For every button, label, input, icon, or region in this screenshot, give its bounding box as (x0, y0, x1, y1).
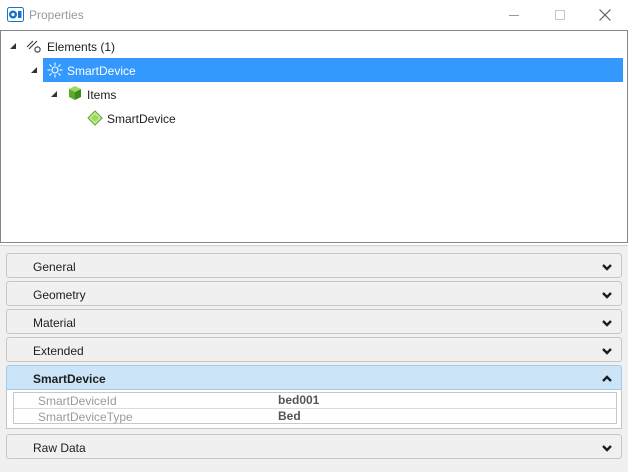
chevron-down-icon (602, 264, 612, 271)
property-table: SmartDeviceId bed001 SmartDeviceType Bed (13, 392, 617, 424)
section-extended-label: Extended (33, 344, 84, 358)
expanded-triangle-icon[interactable] (9, 42, 17, 50)
property-value[interactable]: Bed (278, 409, 301, 423)
section-extended[interactable]: Extended (6, 337, 622, 362)
section-raw-data[interactable]: Raw Data (6, 434, 622, 459)
property-row[interactable]: SmartDeviceType Bed (14, 409, 616, 424)
green-diamond-icon (87, 110, 103, 126)
maximize-icon (555, 10, 565, 20)
property-value[interactable]: bed001 (278, 393, 319, 407)
maximize-button[interactable] (537, 0, 583, 30)
section-geometry-label: Geometry (33, 288, 86, 302)
expanded-triangle-icon[interactable] (50, 90, 58, 98)
close-icon (599, 9, 611, 21)
app-icon (7, 7, 24, 22)
tree-item-items-label[interactable]: Items (87, 88, 116, 102)
minimize-icon (509, 15, 519, 16)
section-general-label: General (33, 260, 76, 274)
elements-node-icon (26, 40, 41, 53)
property-name: SmartDeviceType (38, 410, 133, 424)
tree-item-child-smartdevice-label[interactable]: SmartDevice (107, 112, 176, 126)
tree-root-label[interactable]: Elements (1) (47, 40, 115, 54)
sun-icon (47, 62, 63, 78)
chevron-down-icon (602, 348, 612, 355)
tree-item-smartdevice-label[interactable]: SmartDevice (67, 64, 136, 78)
chevron-up-icon (602, 375, 612, 382)
section-geometry[interactable]: Geometry (6, 281, 622, 306)
green-cube-icon (69, 86, 81, 100)
smartdevice-property-grid: SmartDeviceId bed001 SmartDeviceType Bed (6, 390, 622, 429)
chevron-down-icon (602, 292, 612, 299)
section-smartdevice-label: SmartDevice (33, 372, 106, 386)
element-tree[interactable]: Elements (1) SmartDevice Items SmartDevi… (0, 30, 628, 243)
chevron-down-icon (602, 445, 612, 452)
section-general[interactable]: General (6, 253, 622, 278)
close-button[interactable] (582, 0, 628, 30)
section-material-label: Material (33, 316, 76, 330)
chevron-down-icon (602, 320, 612, 327)
section-smartdevice[interactable]: SmartDevice (6, 365, 622, 390)
property-panel: General Geometry Material Extended Smart… (0, 245, 628, 472)
window-title: Properties (29, 8, 84, 22)
minimize-button[interactable] (491, 0, 537, 30)
property-name: SmartDeviceId (38, 394, 117, 408)
property-row[interactable]: SmartDeviceId bed001 (14, 393, 616, 409)
title-bar: Properties (0, 0, 628, 30)
expanded-triangle-icon[interactable] (30, 66, 38, 74)
section-material[interactable]: Material (6, 309, 622, 334)
section-raw-data-label: Raw Data (33, 441, 86, 455)
